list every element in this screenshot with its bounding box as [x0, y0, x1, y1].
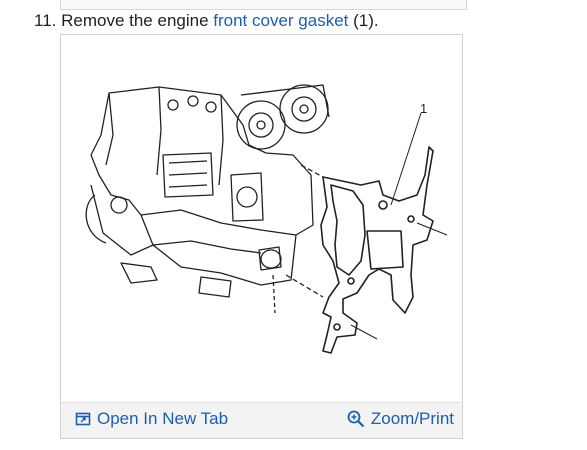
callout-label: 1	[420, 101, 427, 116]
open-in-new-tab-button[interactable]: Open In New Tab	[75, 409, 228, 429]
front-cover-gasket-drawing	[320, 146, 434, 354]
open-in-new-tab-label: Open In New Tab	[97, 409, 229, 428]
step-text: Remove the engine	[61, 11, 214, 30]
open-new-tab-icon	[75, 412, 91, 426]
front-cover-gasket-link[interactable]: front cover gasket	[213, 11, 348, 30]
figure-toolbar: Open In New Tab Zoom/Print	[61, 402, 462, 438]
step-11: 11. Remove the engine front cover gasket…	[34, 11, 379, 31]
engine-block-drawing	[85, 84, 330, 314]
step-number: 11.	[34, 11, 57, 30]
callout-1	[350, 112, 448, 340]
step-text-end: (1).	[348, 11, 379, 30]
previous-figure-box	[60, 0, 467, 10]
engine-gasket-illustration[interactable]: 1	[61, 35, 462, 403]
figure-frame: 1 Open In New Tab Zoom/Print	[60, 34, 463, 439]
zoom-print-button[interactable]: Zoom/Print	[347, 409, 454, 429]
zoom-print-label: Zoom/Print	[370, 409, 454, 428]
zoom-in-icon	[347, 410, 365, 428]
